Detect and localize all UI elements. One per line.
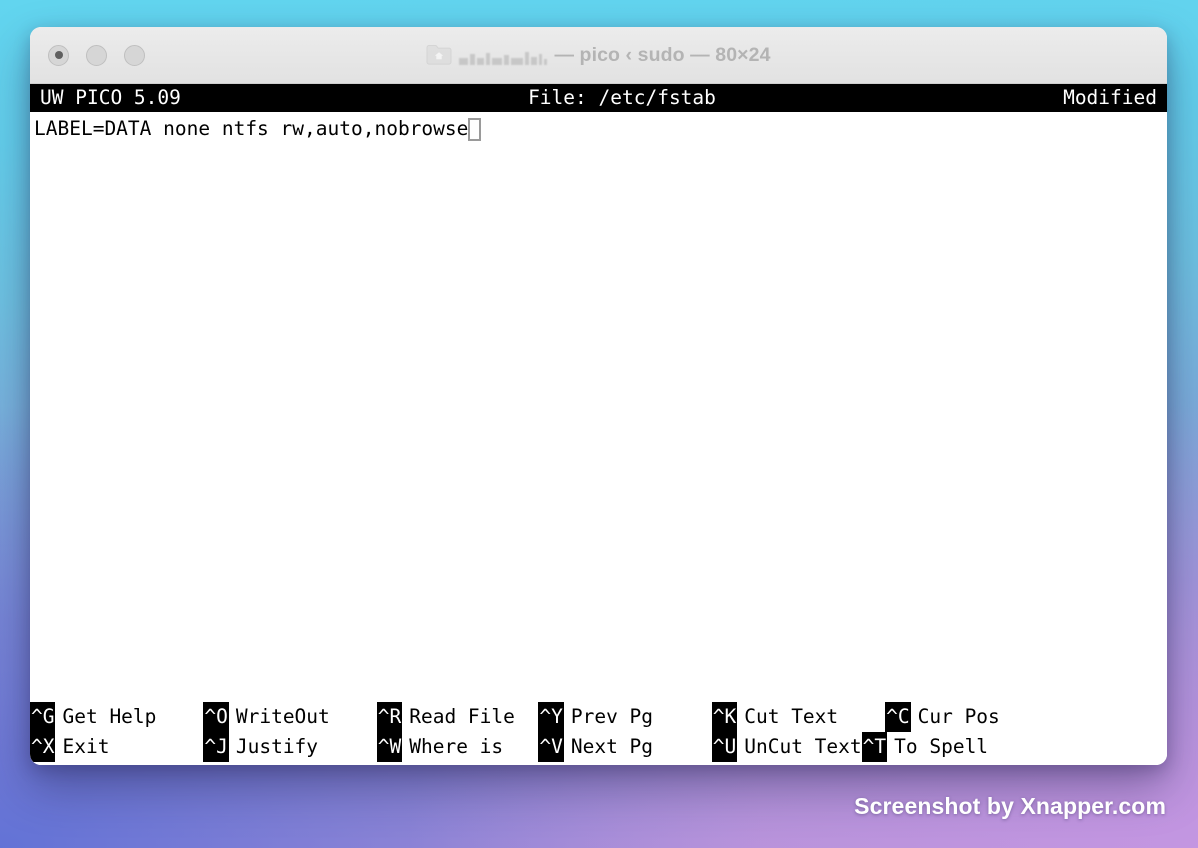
shortcut-ctrl-o[interactable]: ^O WriteOut	[203, 702, 376, 732]
shortcut-label: UnCut Text	[744, 735, 862, 758]
shortcut-ctrl-y[interactable]: ^Y Prev Pg	[538, 702, 711, 732]
shortcut-key-glyph: ^X	[30, 732, 56, 762]
pico-status-label: Modified	[1063, 86, 1157, 109]
terminal-window: — pico ‹ sudo — 80×24 UW PICO 5.09 File:…	[30, 27, 1167, 765]
shortcut-key-glyph: ^G	[30, 702, 56, 732]
shortcut-key-glyph: ^J	[203, 732, 229, 762]
shortcut-label: Read File	[409, 705, 539, 728]
shortcut-key-glyph: ^T	[861, 732, 888, 762]
shortcut-ctrl-u[interactable]: ^U UnCut Text	[711, 732, 862, 762]
zoom-button[interactable]	[124, 44, 145, 66]
window-title-group: — pico ‹ sudo — 80×24	[30, 44, 1167, 67]
window-titlebar[interactable]: — pico ‹ sudo — 80×24	[30, 27, 1167, 84]
shortcut-key-glyph: ^O	[203, 702, 229, 732]
shortcut-row-1: ^G Get Help ^O WriteOut ^R Read File ^Y Prev…	[30, 702, 1167, 732]
shortcut-ctrl-g[interactable]: ^G Get Help	[30, 702, 203, 732]
shortcut-row-2: ^X Exit ^J Justify ^W Where is ^V Next Pg ^U…	[30, 732, 1167, 762]
pico-text-line[interactable]: LABEL=DATA none ntfs rw,auto,nobrowse	[32, 115, 1167, 143]
pico-shortcut-bar: ^G Get Help ^O WriteOut ^R Read File ^Y Prev…	[30, 702, 1167, 765]
pico-edit-area[interactable]: LABEL=DATA none ntfs rw,auto,nobrowse	[30, 112, 1167, 702]
shortcut-key-glyph: ^C	[885, 702, 911, 732]
shortcut-ctrl-c[interactable]: ^C Cur Pos	[885, 702, 1000, 732]
pico-version-label: UW PICO 5.09	[40, 86, 181, 109]
shortcut-label: Where is	[409, 735, 539, 758]
shortcut-key-glyph: ^R	[376, 702, 403, 732]
pico-header-bar: UW PICO 5.09 File: /etc/fstab Modified	[30, 84, 1167, 112]
terminal-body[interactable]: UW PICO 5.09 File: /etc/fstab Modified L…	[30, 84, 1167, 765]
shortcut-label: Exit	[62, 735, 204, 758]
shortcut-label: To Spell	[894, 735, 989, 758]
minimize-button[interactable]	[86, 44, 107, 66]
shortcut-ctrl-x[interactable]: ^X Exit	[30, 732, 203, 762]
shortcut-label: Prev Pg	[570, 705, 712, 728]
xnapper-watermark: Screenshot by Xnapper.com	[854, 793, 1166, 819]
shortcut-key-glyph: ^W	[376, 732, 403, 762]
window-title-text: — pico ‹ sudo — 80×24	[554, 43, 771, 66]
shortcut-label: Next Pg	[570, 735, 712, 758]
text-cursor	[468, 117, 482, 141]
shortcut-ctrl-j[interactable]: ^J Justify	[203, 732, 376, 762]
shortcut-key-glyph: ^K	[711, 702, 738, 732]
desktop-background: — pico ‹ sudo — 80×24 UW PICO 5.09 File:…	[0, 0, 1198, 848]
shortcut-ctrl-t[interactable]: ^T To Spell	[861, 732, 989, 762]
shortcut-ctrl-k[interactable]: ^K Cut Text	[711, 702, 886, 732]
shortcut-ctrl-v[interactable]: ^V Next Pg	[538, 732, 711, 762]
shortcut-key-glyph: ^V	[538, 732, 564, 762]
shortcut-key-glyph: ^U	[711, 732, 738, 762]
shortcut-label: Get Help	[62, 705, 204, 728]
window-controls	[48, 44, 145, 66]
close-button[interactable]	[48, 44, 69, 66]
shortcut-ctrl-r[interactable]: ^R Read File	[376, 702, 539, 732]
shortcut-key-glyph: ^Y	[538, 702, 564, 732]
redacted-title-segment	[459, 46, 548, 65]
close-dot-icon	[54, 51, 63, 59]
pico-file-label: File: /etc/fstab	[528, 86, 716, 109]
shortcut-label: Justify	[235, 735, 377, 758]
shortcut-label: WriteOut	[235, 705, 377, 728]
pico-line-text: LABEL=DATA none ntfs rw,auto,nobrowse	[34, 117, 469, 140]
shortcut-ctrl-w[interactable]: ^W Where is	[376, 732, 539, 762]
shortcut-label: Cur Pos	[917, 705, 1000, 728]
shortcut-label: Cut Text	[744, 705, 886, 728]
folder-icon	[426, 44, 452, 66]
